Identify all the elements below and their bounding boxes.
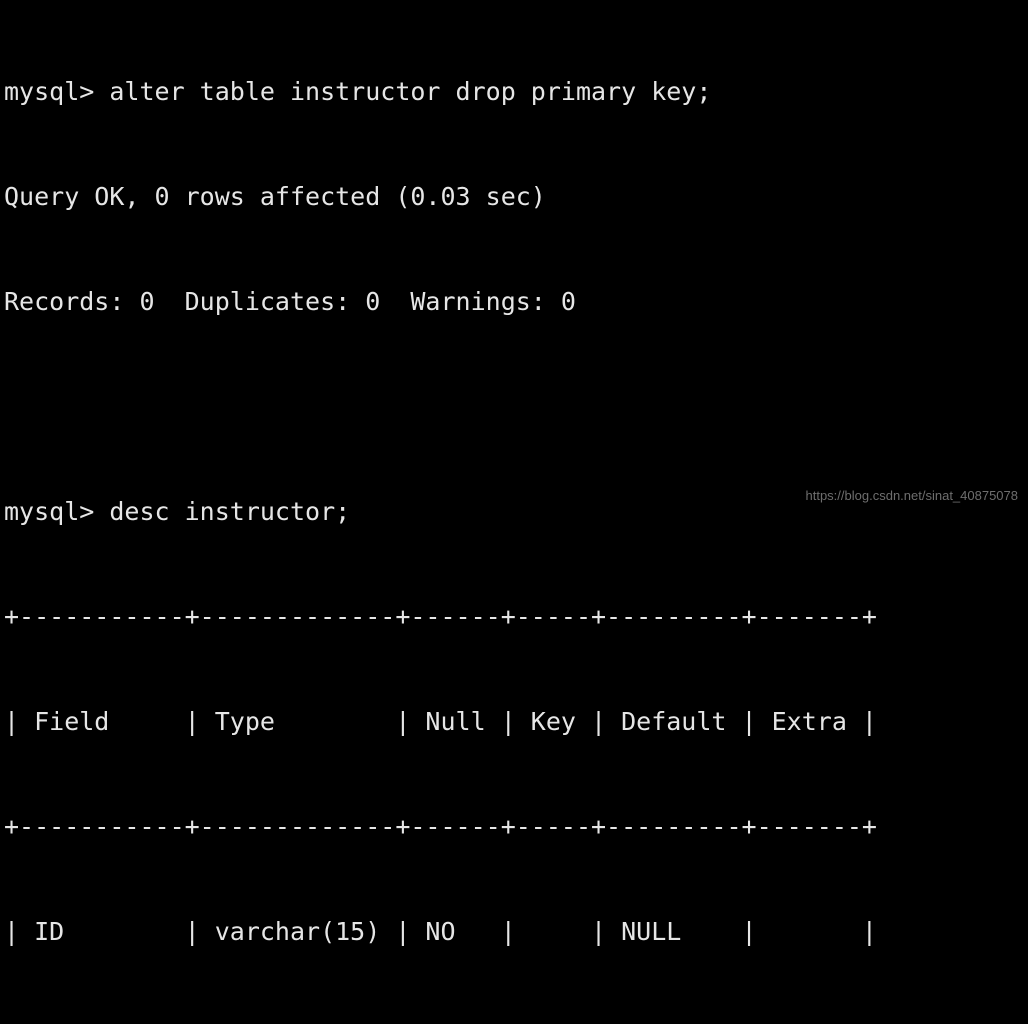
table-row: | name | varchar(10) | NO | | NULL | | <box>4 1019 1028 1024</box>
terminal-line-query-ok: Query OK, 0 rows affected (0.03 sec) <box>4 182 546 211</box>
table-border-top: +-----------+-------------+------+-----+… <box>4 602 877 631</box>
terminal-screen[interactable]: mysql> alter table instructor drop prima… <box>0 0 1028 1024</box>
table-border-header: +-----------+-------------+------+-----+… <box>4 812 877 841</box>
watermark-url: https://blog.csdn.net/sinat_40875078 <box>805 488 1019 503</box>
table-row: | ID | varchar(15) | NO | | NULL | | <box>4 917 877 946</box>
terminal-line-command-alter: mysql> alter table instructor drop prima… <box>4 77 712 106</box>
terminal-line-records-summary: Records: 0 Duplicates: 0 Warnings: 0 <box>4 287 576 316</box>
table-header-row: | Field | Type | Null | Key | Default | … <box>4 707 877 736</box>
